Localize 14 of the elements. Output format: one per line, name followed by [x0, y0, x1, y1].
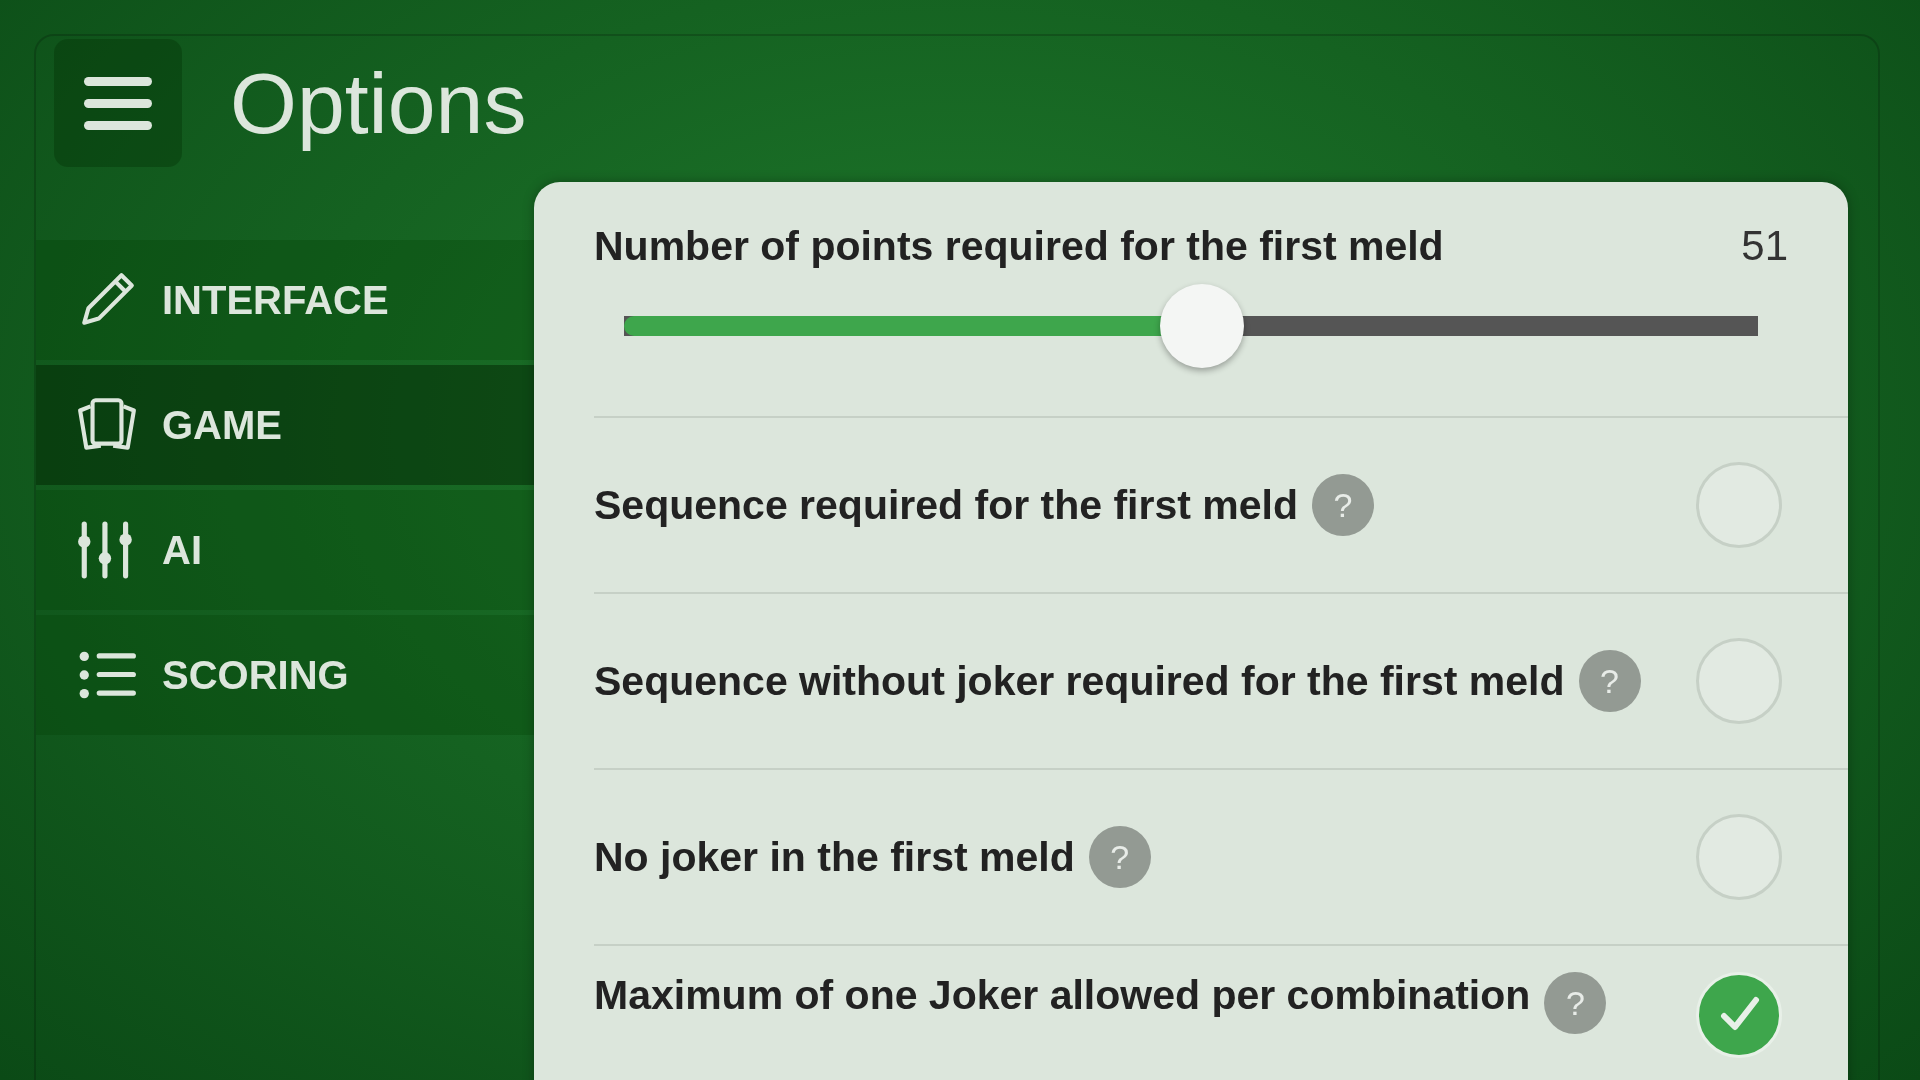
menu-button[interactable] [54, 39, 182, 167]
setting-label: Sequence required for the first meld [594, 481, 1298, 529]
sidebar-item[interactable]: INTERFACE [36, 240, 534, 360]
sidebar-item[interactable]: GAME [36, 365, 534, 485]
slider-thumb[interactable] [1160, 284, 1245, 368]
sidebar-item[interactable]: SCORING [36, 615, 534, 735]
setting-label: Maximum of one Joker allowed per combination [594, 972, 1531, 1019]
slider-value: 51 [1741, 222, 1788, 270]
menu-icon [82, 75, 154, 131]
page-title: Options [230, 53, 527, 153]
setting-label: Sequence without joker required for the first meld [594, 657, 1565, 705]
setting-label: Number of points required for the first meld [594, 222, 1444, 270]
setting-label: No joker in the first meld [594, 833, 1075, 881]
sidebar-item[interactable]: AI [36, 490, 534, 610]
